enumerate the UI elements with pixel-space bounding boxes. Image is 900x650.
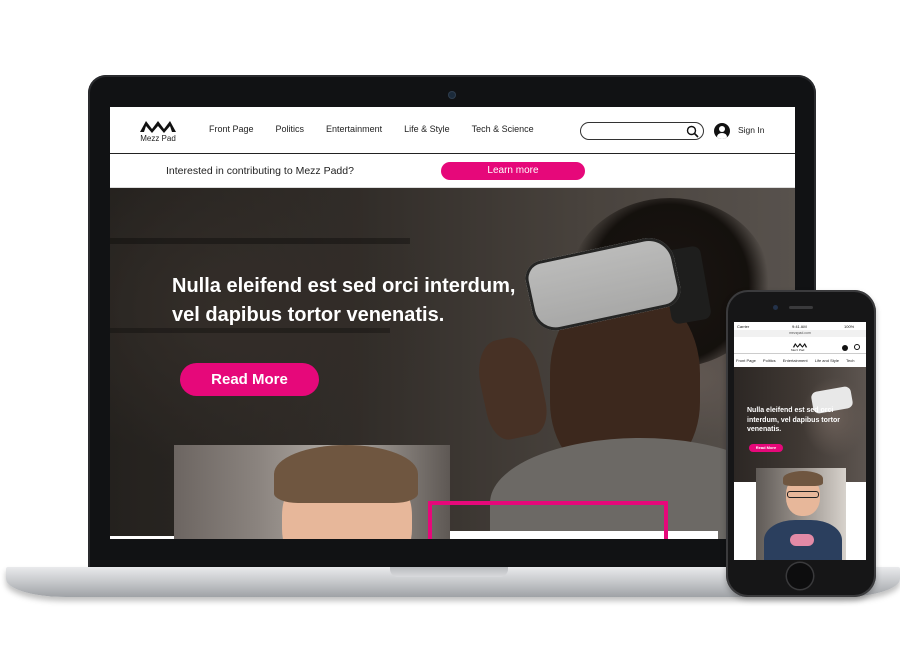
status-carrier: Carrier xyxy=(737,324,750,329)
main-nav: Front Page Politics Entertainment Life &… xyxy=(209,124,556,134)
banner-text: Interested in contributing to Mezz Padd? xyxy=(166,165,354,177)
card-photo-hair xyxy=(274,445,418,503)
user-icon[interactable] xyxy=(842,345,848,351)
phone-home-button[interactable] xyxy=(787,563,813,589)
phone-speaker xyxy=(789,306,813,309)
phone-nav-item[interactable]: Entertainment xyxy=(783,358,808,363)
contribute-banner: Interested in contributing to Mezz Padd?… xyxy=(110,155,795,188)
phone-nav-item[interactable]: Politics xyxy=(763,358,776,363)
status-battery: 100% xyxy=(844,324,855,329)
search-icon[interactable] xyxy=(686,125,699,143)
nav-life-style[interactable]: Life & Style xyxy=(404,124,450,134)
phone-status-bar: Carrier 9:41 AM 100% xyxy=(734,322,866,330)
content-strip xyxy=(110,536,174,539)
card-photo-hair xyxy=(783,471,823,486)
accent-frame xyxy=(428,501,668,539)
nav-entertainment[interactable]: Entertainment xyxy=(326,124,382,134)
phone-nav-item[interactable]: Tech xyxy=(846,358,854,363)
phone-read-more-button[interactable]: Read More xyxy=(749,444,783,452)
search-input[interactable] xyxy=(580,122,704,140)
search-icon[interactable] xyxy=(854,344,860,350)
read-more-button[interactable]: Read More xyxy=(180,363,319,396)
laptop-notch xyxy=(390,567,508,577)
phone-nav-item[interactable]: Front Page xyxy=(736,358,756,363)
nav-politics[interactable]: Politics xyxy=(276,124,305,134)
status-time: 9:41 AM xyxy=(792,324,807,329)
article-card-image[interactable] xyxy=(174,445,450,539)
laptop-camera xyxy=(448,91,456,99)
sign-in-link[interactable]: Sign In xyxy=(738,125,764,135)
phone-nav: Front Page Politics Entertainment Life a… xyxy=(736,358,866,363)
phone-screen: Carrier 9:41 AM 100% mezzpad.com Mezz Pa… xyxy=(734,322,866,560)
phone-camera xyxy=(773,305,778,310)
phone-hero-title: Nulla eleifend est sed orci interdum, ve… xyxy=(747,407,840,433)
hero-title-line: vel dapibus tortor venenatis. xyxy=(172,304,445,326)
hero-title-line: Nulla eleifend est sed orci interdum, xyxy=(172,275,516,297)
hero-title: Nulla eleifend est sed orci interdum, ve… xyxy=(172,272,592,330)
laptop-screen: Mezz Pad Front Page Politics Entertainme… xyxy=(110,107,795,539)
phone-article-card-image[interactable] xyxy=(756,468,846,560)
phone-url-bar[interactable]: mezzpad.com xyxy=(734,330,866,337)
phone-site-header: Mezz Pad xyxy=(734,337,866,354)
nav-tech-science[interactable]: Tech & Science xyxy=(472,124,534,134)
hero-section: Nulla eleifend est sed orci interdum, ve… xyxy=(110,188,795,539)
user-icon[interactable] xyxy=(714,123,730,139)
phone-logo-text: Mezz Pad xyxy=(791,348,805,352)
site-header: Mezz Pad Front Page Politics Entertainme… xyxy=(110,107,795,154)
card-photo-glasses xyxy=(787,491,819,498)
mezz-pad-logo[interactable]: Mezz Pad xyxy=(138,119,178,145)
phone-nav-item[interactable]: Life and Style xyxy=(815,358,839,363)
phone-hero: Nulla eleifend est sed orci interdum, ve… xyxy=(734,367,866,482)
learn-more-button[interactable]: Learn more xyxy=(441,162,585,180)
logo-text: Mezz Pad xyxy=(140,134,176,143)
card-photo-hands xyxy=(790,534,814,546)
logo-mark-icon xyxy=(140,121,176,133)
nav-front-page[interactable]: Front Page xyxy=(209,124,254,134)
